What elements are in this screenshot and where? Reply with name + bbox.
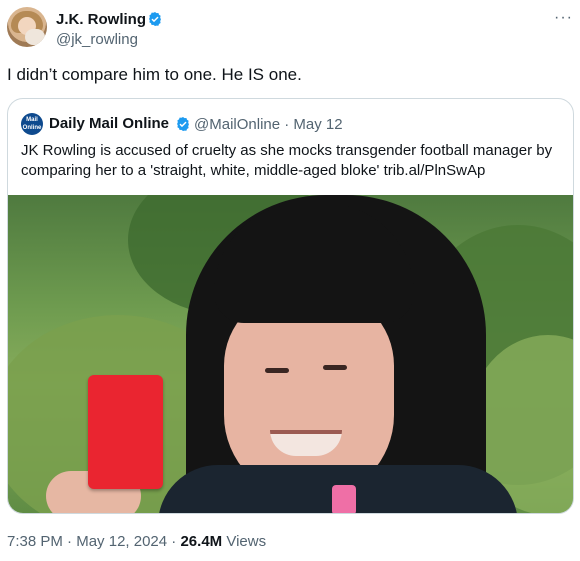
author-name[interactable]: J.K. Rowling [56, 11, 146, 28]
quoted-tweet-card[interactable]: Mail Online Daily Mail Online @MailOnlin… [7, 98, 574, 514]
meta-separator: · [62, 533, 77, 550]
quoted-photo[interactable] [8, 195, 573, 513]
author-handle[interactable]: @jk_rowling [56, 31, 138, 48]
verified-badge-icon [149, 12, 161, 26]
red-card [88, 375, 163, 489]
person-eye [323, 365, 347, 370]
quoted-text: JK Rowling is accused of cruelty as she … [21, 142, 553, 179]
quoted-avatar-text: Mail Online [22, 117, 42, 131]
tweet-meta: 7:38 PM · May 12, 2024 · 26.4M Views [7, 533, 266, 550]
tweet-time[interactable]: 7:38 PM [7, 533, 63, 550]
pink-lanyard [332, 485, 356, 513]
quoted-name[interactable]: Daily Mail Online [49, 115, 169, 132]
author-avatar[interactable] [7, 7, 47, 47]
meta-separator: · [167, 533, 181, 550]
more-dots-icon[interactable]: ··· [554, 9, 573, 27]
views-label: Views [222, 533, 267, 550]
views-count[interactable]: 26.4M [180, 533, 222, 550]
avatar-dog [25, 29, 45, 45]
tweet-date[interactable]: May 12, 2024 [76, 533, 167, 550]
verified-badge-icon [177, 117, 189, 131]
quoted-handle-date[interactable]: @MailOnline · May 12 [194, 116, 343, 133]
person-eye [265, 368, 289, 373]
quoted-avatar: Mail Online [21, 113, 43, 135]
tweet-text: I didn’t compare him to one. He IS one. [7, 65, 302, 84]
